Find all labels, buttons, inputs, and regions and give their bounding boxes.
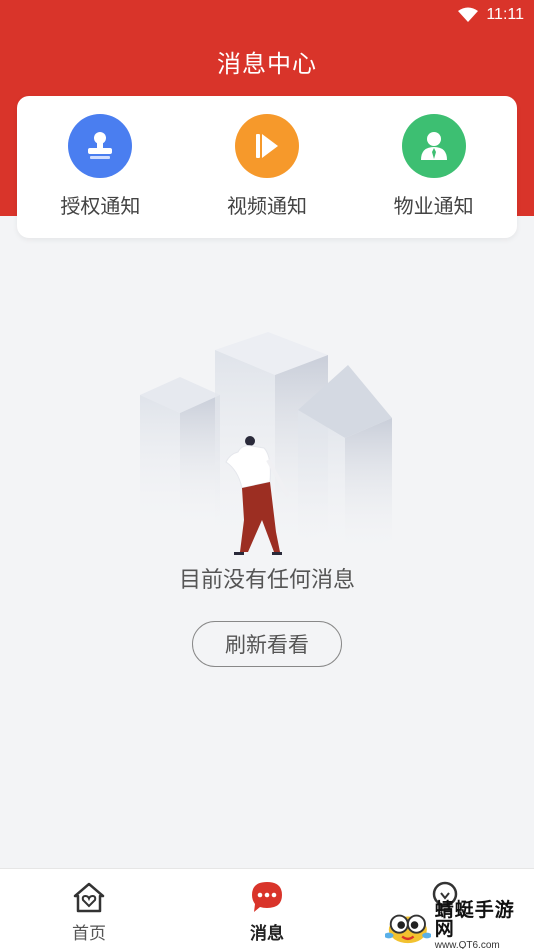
status-bar: 11:11: [0, 0, 534, 30]
staff-icon: [401, 114, 466, 178]
category-authorization[interactable]: 授权通知: [30, 114, 170, 219]
wifi-icon: [458, 7, 479, 22]
stamp-icon: [68, 114, 133, 178]
play-icon: [234, 114, 299, 178]
category-video[interactable]: 视频通知: [197, 114, 337, 219]
watermark-title: 蜻蜓手游网: [434, 900, 515, 940]
nav-item-home[interactable]: 首页: [29, 879, 149, 944]
category-property[interactable]: 物业通知: [364, 114, 504, 219]
dragonfly-logo-icon: [385, 914, 431, 944]
empty-buildings-illustration: [140, 332, 392, 555]
category-label: 视频通知: [226, 196, 307, 218]
chat-bubble-icon: [249, 879, 285, 915]
nav-label: 消息: [250, 924, 284, 943]
nav-item-messages[interactable]: 消息: [207, 879, 327, 944]
refresh-button[interactable]: 刷新看看: [192, 621, 342, 667]
empty-message: 目前没有任何消息: [178, 567, 355, 592]
home-heart-icon: [71, 879, 107, 915]
category-label: 授权通知: [60, 196, 141, 218]
watermark-url: www.QT6.com: [434, 940, 500, 949]
page-title: 消息中心: [217, 51, 317, 78]
category-label: 物业通知: [393, 196, 474, 218]
notification-categories-card: 授权通知 视频通知 物业通知: [17, 96, 517, 238]
nav-label: 首页: [72, 924, 106, 943]
status-time: 11:11: [486, 6, 524, 23]
site-watermark: 蜻蜓手游网 www.QT6.com: [385, 901, 530, 949]
